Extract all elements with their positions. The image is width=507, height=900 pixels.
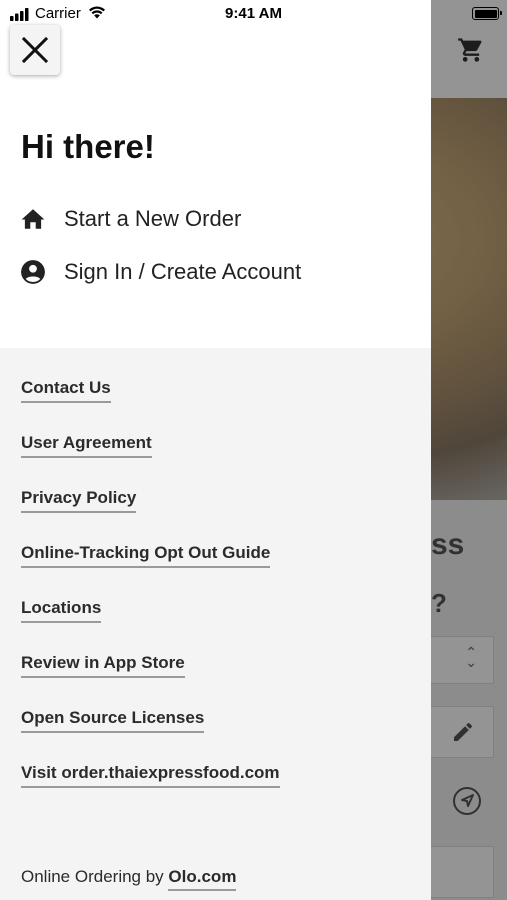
open-source-licenses-link[interactable]: Open Source Licenses xyxy=(21,708,205,733)
visit-website-link[interactable]: Visit order.thaiexpressfood.com xyxy=(21,763,280,788)
start-new-order-button[interactable]: Start a New Order xyxy=(20,206,241,232)
locations-link[interactable]: Locations xyxy=(21,598,102,623)
drawer-header-section xyxy=(0,0,431,348)
tracking-opt-out-link[interactable]: Online-Tracking Opt Out Guide xyxy=(21,543,271,568)
side-drawer: Hi there! Start a New Order Sign In / Cr… xyxy=(0,0,431,900)
review-app-store-link[interactable]: Review in App Store xyxy=(21,653,185,678)
start-new-order-label: Start a New Order xyxy=(64,206,242,231)
contact-us-link[interactable]: Contact Us xyxy=(21,378,111,403)
footer: Online Ordering by Olo.com xyxy=(21,867,237,891)
status-time: 9:41 AM xyxy=(225,5,282,22)
status-bar: Carrier 9:41 AM xyxy=(0,0,507,28)
account-circle-icon xyxy=(21,260,45,284)
greeting-heading: Hi there! xyxy=(21,128,155,165)
sign-in-button[interactable]: Sign In / Create Account xyxy=(20,259,301,285)
close-icon xyxy=(22,37,48,63)
footer-prefix: Online Ordering by xyxy=(21,867,164,886)
battery-icon xyxy=(472,7,502,20)
home-icon xyxy=(21,209,45,229)
close-button[interactable] xyxy=(10,25,60,75)
sign-in-label: Sign In / Create Account xyxy=(64,259,302,284)
olo-link[interactable]: Olo.com xyxy=(168,867,237,891)
privacy-policy-link[interactable]: Privacy Policy xyxy=(21,488,137,513)
user-agreement-link[interactable]: User Agreement xyxy=(21,433,152,458)
